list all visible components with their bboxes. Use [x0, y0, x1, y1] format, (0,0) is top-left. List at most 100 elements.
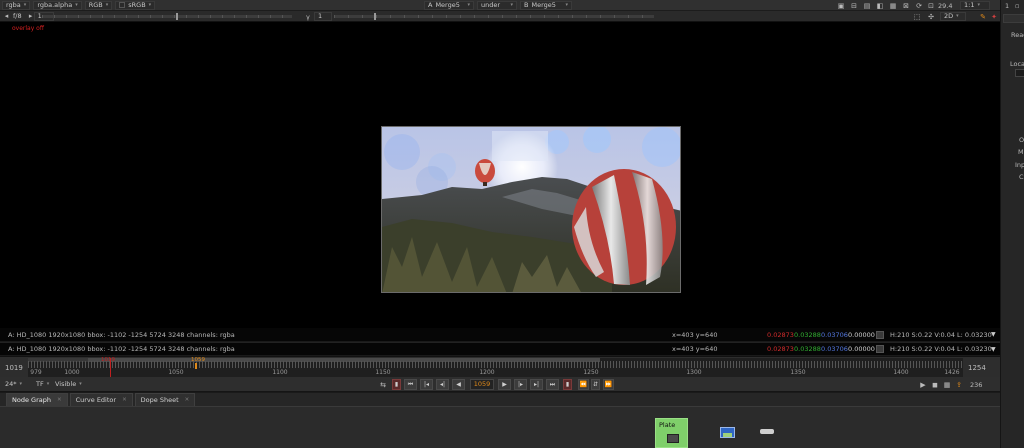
blue-value: 0.03706 — [821, 345, 848, 353]
panel-close-icon[interactable]: ▫ — [1015, 2, 1019, 10]
play-forward-button[interactable]: ▶ — [498, 379, 511, 390]
current-frame-field[interactable]: 1059 — [470, 379, 494, 390]
gamma-slider[interactable] — [334, 13, 654, 20]
skip-forward-button[interactable]: ⏩ — [603, 379, 614, 390]
close-icon[interactable]: ✕ — [57, 397, 62, 403]
properties-tab-number[interactable]: 1 — [1005, 2, 1009, 10]
visibility-dropdown[interactable]: Visible ▾ — [52, 379, 85, 388]
export-icon[interactable]: ⇪ — [954, 380, 964, 390]
alpha-channel-dropdown[interactable]: rgba.alpha ▾ — [33, 0, 82, 10]
out-point-button[interactable]: ▮ — [563, 379, 572, 390]
plate-thumbnail — [667, 434, 679, 443]
input-b-dropdown[interactable]: B Merge5 ▾ — [520, 0, 572, 10]
tab-curve-editor[interactable]: Curve Editor ✕ — [69, 393, 133, 406]
timeline-tick-label: 1250 — [583, 369, 599, 376]
paint-brush-icon[interactable]: ✎ — [978, 12, 988, 22]
compare-mode-dropdown[interactable]: under ▾ — [477, 0, 517, 10]
record-icon[interactable]: ◼ — [930, 380, 940, 390]
cursor-position: x=403 y=640 — [672, 330, 718, 339]
roi-icon[interactable]: ▣ — [836, 1, 846, 11]
fps-dropdown[interactable]: 24* ▾ — [2, 379, 25, 388]
end-frame-field[interactable]: 236 — [970, 381, 982, 389]
viewer-top-toolbar: rgba ▾ rgba.alpha ▾ RGB ▾ sRGB ▾ A Merge5 ▾ un… — [0, 0, 1000, 11]
chevron-down-icon: ▾ — [565, 2, 568, 8]
chevron-down-icon: ▾ — [956, 13, 959, 19]
hsv-readout: H:210 S:0.22 V:0.04 L: 0.03230 — [890, 345, 992, 353]
viewer-canvas[interactable]: overlay off — [0, 22, 1000, 328]
step-back-button[interactable]: ◂| — [436, 379, 449, 390]
playhead[interactable] — [195, 363, 197, 369]
frame-step-value: f/8 — [13, 12, 22, 20]
clipping-warning-icon[interactable]: ⊠ — [901, 1, 911, 11]
gain-slider-handle[interactable] — [176, 13, 178, 20]
read-node[interactable] — [720, 427, 735, 438]
first-frame-button[interactable]: ⏮ — [404, 379, 417, 390]
lock-icon[interactable]: ⊡ — [926, 1, 936, 11]
chevron-down-icon: ▾ — [46, 380, 50, 387]
time-format-dropdown[interactable]: TF ▾ — [33, 379, 52, 388]
timeline-start-frame[interactable]: 1019 — [5, 364, 23, 372]
timeline-tick-label: 1200 — [479, 369, 495, 376]
channels-dropdown[interactable]: rgba ▾ — [2, 0, 31, 10]
chevron-down-icon: ▾ — [79, 380, 82, 387]
chevron-down-icon: ▾ — [23, 2, 27, 8]
play-icon[interactable]: ▶ — [918, 380, 928, 390]
last-frame-button[interactable]: ⏭ — [546, 379, 559, 390]
display-lut-dropdown[interactable]: sRGB ▾ — [115, 0, 156, 10]
alpha-value: 0.00000 — [848, 345, 875, 353]
input-a-dropdown[interactable]: A Merge5 ▾ — [424, 0, 474, 10]
plate-node[interactable]: Plate — [655, 418, 688, 448]
local-field[interactable] — [1015, 69, 1024, 77]
dot-node[interactable] — [760, 429, 774, 434]
input-b-label: B — [524, 1, 529, 9]
chevron-down-icon: ▾ — [75, 2, 78, 8]
viewer-image — [381, 126, 681, 293]
alpha-channel-value: rgba.alpha — [37, 1, 73, 9]
gain-slider[interactable] — [42, 13, 292, 20]
gamma-slider-handle[interactable] — [374, 13, 376, 20]
compare-mode-value: under — [481, 1, 501, 9]
m-label: M — [1018, 148, 1024, 156]
frame-step-field[interactable]: f/8 — [10, 12, 25, 21]
chevron-down-icon: ▾ — [467, 2, 470, 8]
safe-area-icon[interactable]: ▦ — [888, 1, 898, 11]
red-value: 0.02873 — [767, 345, 794, 353]
close-icon[interactable]: ✕ — [185, 397, 190, 403]
sync-icon[interactable]: ⇆ — [378, 380, 388, 390]
view-mode-dropdown[interactable]: 2D ▾ — [940, 11, 966, 21]
close-icon[interactable]: ✕ — [122, 397, 127, 403]
step-forward-button[interactable]: |▸ — [514, 379, 527, 390]
pixel-info-row: A: HD_1080 1920x1080 bbox: -1102 -1254 5… — [0, 328, 1000, 341]
skip-back-button[interactable]: ⏪ — [578, 379, 589, 390]
tab-node-graph[interactable]: Node Graph ✕ — [6, 393, 68, 406]
mask-icon[interactable]: ◧ — [875, 1, 885, 11]
in-point-button[interactable]: ▮ — [392, 379, 401, 390]
chevron-down-icon[interactable]: ▼ — [991, 346, 996, 353]
pixel-info-row: A: HD_1080 1920x1080 bbox: -1102 -1254 5… — [0, 342, 1000, 355]
prev-keyframe-button[interactable]: |◂ — [420, 379, 433, 390]
color-space-dropdown[interactable]: RGB ▾ — [84, 0, 113, 10]
play-backward-button[interactable]: ◀ — [452, 379, 465, 390]
node-graph-canvas[interactable]: Plate — [0, 407, 1000, 448]
panel-tab-bar: Node Graph ✕ Curve Editor ✕ Dope Sheet ✕ — [0, 393, 1000, 407]
image-info: A: HD_1080 1920x1080 bbox: -1102 -1254 5… — [8, 345, 235, 353]
tab-label: Curve Editor — [75, 396, 117, 404]
loop-mode-button[interactable]: ⇵ — [591, 379, 600, 390]
guides-icon[interactable]: ⊟ — [849, 1, 859, 11]
next-keyframe-button[interactable]: ▸| — [530, 379, 543, 390]
crop-icon[interactable]: ⬚ — [912, 12, 922, 22]
chevron-down-icon[interactable]: ▼ — [991, 331, 996, 338]
tab-dope-sheet[interactable]: Dope Sheet ✕ — [134, 393, 196, 406]
play-direction-icon[interactable]: ◂ — [3, 11, 10, 21]
timeline-scrubber[interactable]: 1019 1059 979 1000 1050 1100 1150 1200 1… — [28, 357, 963, 377]
flipbook-icon[interactable]: ▦ — [942, 380, 952, 390]
gamma-field[interactable]: 1 — [314, 11, 332, 21]
timeline-end-frame[interactable]: 1254 — [968, 364, 986, 372]
zoom-ratio-dropdown[interactable]: 1:1 ▾ — [960, 0, 990, 10]
timeline-tick-label: 979 — [30, 369, 42, 376]
color-picker-icon[interactable]: ✦ — [989, 12, 999, 22]
transform-handle-icon[interactable]: ✣ — [926, 12, 936, 22]
refresh-icon[interactable]: ⟳ — [914, 1, 924, 11]
zoom-ratio-value: 1:1 — [964, 1, 975, 9]
proxy-icon[interactable]: ▤ — [862, 1, 872, 11]
